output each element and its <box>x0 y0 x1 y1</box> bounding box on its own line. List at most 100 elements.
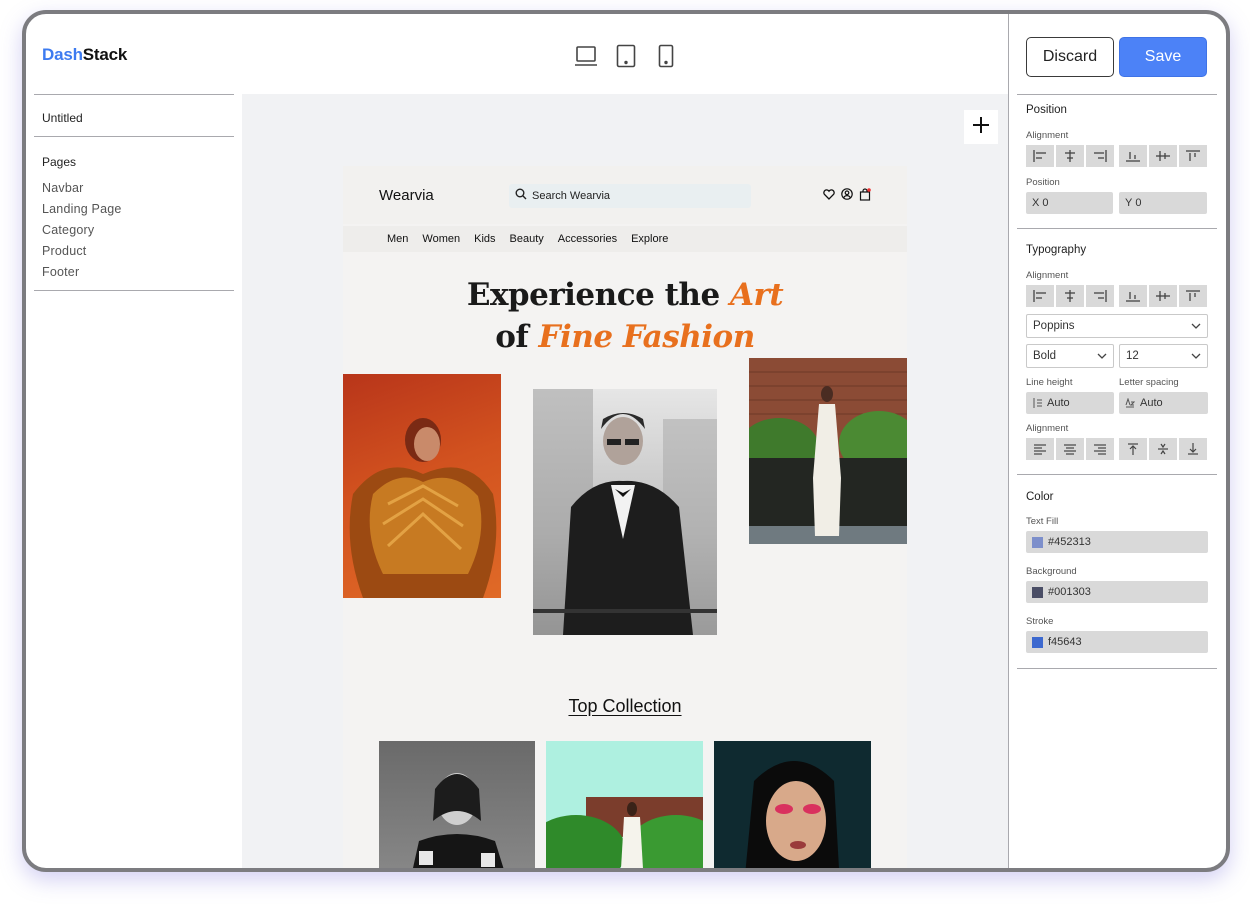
align-center-h-icon[interactable] <box>1056 145 1084 167</box>
page-item-footer[interactable]: Footer <box>42 262 122 283</box>
site-navbar[interactable]: Wearvia Search Wearvia <box>343 166 907 224</box>
site-nav-icons <box>822 187 871 201</box>
page-item-navbar[interactable]: Navbar <box>42 178 122 199</box>
add-element-button[interactable] <box>964 110 998 144</box>
stroke-swatch[interactable] <box>1032 636 1043 648</box>
pages-list: Navbar Landing Page Category Product Foo… <box>42 178 122 283</box>
align-right-icon[interactable] <box>1086 285 1114 307</box>
laptop-icon[interactable] <box>574 43 598 69</box>
category-explore[interactable]: Explore <box>631 233 668 245</box>
stroke-label: Stroke <box>1026 616 1054 627</box>
position-vertical-align-group <box>1119 145 1207 167</box>
line-height-field[interactable]: Auto <box>1026 392 1114 414</box>
save-button[interactable]: Save <box>1119 37 1207 77</box>
hero-heading[interactable]: Experience the Art of Fine Fashion <box>343 274 907 358</box>
text-align-bottom-icon[interactable] <box>1179 438 1207 460</box>
align-top-icon[interactable] <box>1179 285 1207 307</box>
align-top-icon[interactable] <box>1179 145 1207 167</box>
hero-photo-white-dress <box>749 358 907 544</box>
page-preview[interactable]: Wearvia Search Wearvia Men Women Kids Be… <box>343 166 907 868</box>
font-size-dropdown[interactable]: 12 <box>1119 344 1208 368</box>
text-align-group <box>1026 438 1114 460</box>
mobile-icon[interactable] <box>654 43 678 69</box>
align-left-icon[interactable] <box>1026 145 1054 167</box>
align-right-icon[interactable] <box>1086 145 1114 167</box>
search-placeholder: Search Wearvia <box>532 190 611 202</box>
stroke-color-field[interactable]: f45643 <box>1026 631 1208 653</box>
line-height-label: Line height <box>1026 377 1073 388</box>
category-kids[interactable]: Kids <box>474 233 495 245</box>
position-alignment-label: Alignment <box>1026 130 1069 141</box>
text-align-middle-icon[interactable] <box>1149 438 1177 460</box>
divider <box>34 94 234 95</box>
align-center-h-icon[interactable] <box>1056 285 1084 307</box>
properties-panel: Discard Save Position Alignment Position… <box>1008 14 1226 868</box>
left-sidebar: Untitled Pages Navbar Landing Page Categ… <box>26 94 242 868</box>
text-fill-swatch[interactable] <box>1032 536 1043 548</box>
category-men[interactable]: Men <box>387 233 408 245</box>
hero-accent-art: Art <box>729 277 784 313</box>
align-bottom-icon[interactable] <box>1119 285 1147 307</box>
site-category-nav: Men Women Kids Beauty Accessories Explor… <box>343 226 907 252</box>
align-middle-icon[interactable] <box>1149 145 1177 167</box>
text-fill-field[interactable]: #452313 <box>1026 531 1208 553</box>
font-family-dropdown[interactable]: Poppins <box>1026 314 1208 338</box>
category-women[interactable]: Women <box>422 233 460 245</box>
search-icon <box>515 187 527 205</box>
collection-photo-3 <box>714 741 871 868</box>
hero-photo-suit <box>533 389 717 635</box>
text-align-right-icon[interactable] <box>1086 438 1114 460</box>
cart-icon[interactable] <box>858 187 871 201</box>
letter-spacing-label: Letter spacing <box>1119 377 1179 388</box>
document-name[interactable]: Untitled <box>42 111 83 125</box>
device-toggle-group <box>574 43 678 69</box>
top-collection-heading: Top Collection <box>568 696 682 716</box>
x-position-field[interactable]: X 0 <box>1026 192 1113 214</box>
discard-button[interactable]: Discard <box>1026 37 1114 77</box>
position-section-title: Position <box>1026 104 1067 116</box>
align-bottom-icon[interactable] <box>1119 145 1147 167</box>
page-item-category[interactable]: Category <box>42 220 122 241</box>
text-align-center-icon[interactable] <box>1056 438 1084 460</box>
background-label: Background <box>1026 566 1077 577</box>
line-height-icon <box>1032 398 1042 408</box>
text-vertical-align-group <box>1119 438 1207 460</box>
position-label: Position <box>1026 177 1060 188</box>
background-swatch[interactable] <box>1032 586 1043 598</box>
typography-vertical-align-group <box>1119 285 1207 307</box>
page-item-product[interactable]: Product <box>42 241 122 262</box>
editor-canvas[interactable]: Wearvia Search Wearvia Men Women Kids Be… <box>242 94 1008 868</box>
position-horizontal-align-group <box>1026 145 1114 167</box>
divider <box>34 290 234 291</box>
align-middle-icon[interactable] <box>1149 285 1177 307</box>
category-accessories[interactable]: Accessories <box>558 233 617 245</box>
text-alignment-label: Alignment <box>1026 423 1069 434</box>
font-weight-dropdown[interactable]: Bold <box>1026 344 1114 368</box>
hero-accent-fine-fashion: Fine Fashion <box>538 319 756 355</box>
divider <box>1017 668 1217 669</box>
divider <box>1017 94 1217 95</box>
site-search-bar[interactable]: Search Wearvia <box>509 184 751 208</box>
text-align-top-icon[interactable] <box>1119 438 1147 460</box>
site-logo: Wearvia <box>379 187 434 204</box>
category-beauty[interactable]: Beauty <box>510 233 544 245</box>
color-section-title: Color <box>1026 491 1054 503</box>
brand-logo[interactable]: DashStack <box>42 45 127 65</box>
page-item-landing-page[interactable]: Landing Page <box>42 199 122 220</box>
letter-spacing-field[interactable]: Auto <box>1119 392 1208 414</box>
y-position-field[interactable]: Y 0 <box>1119 192 1207 214</box>
align-left-icon[interactable] <box>1026 285 1054 307</box>
collection-photo-1 <box>379 741 535 868</box>
tablet-icon[interactable] <box>614 43 638 69</box>
collection-photo-2 <box>546 741 703 868</box>
background-color-field[interactable]: #001303 <box>1026 581 1208 603</box>
user-icon[interactable] <box>840 187 853 201</box>
text-fill-label: Text Fill <box>1026 516 1059 527</box>
typography-section-title: Typography <box>1026 244 1087 256</box>
text-align-left-icon[interactable] <box>1026 438 1054 460</box>
pages-title: Pages <box>42 155 77 169</box>
letter-spacing-icon <box>1125 398 1135 408</box>
divider <box>1017 474 1217 475</box>
chevron-down-icon <box>1097 350 1107 362</box>
heart-icon[interactable] <box>822 187 835 201</box>
